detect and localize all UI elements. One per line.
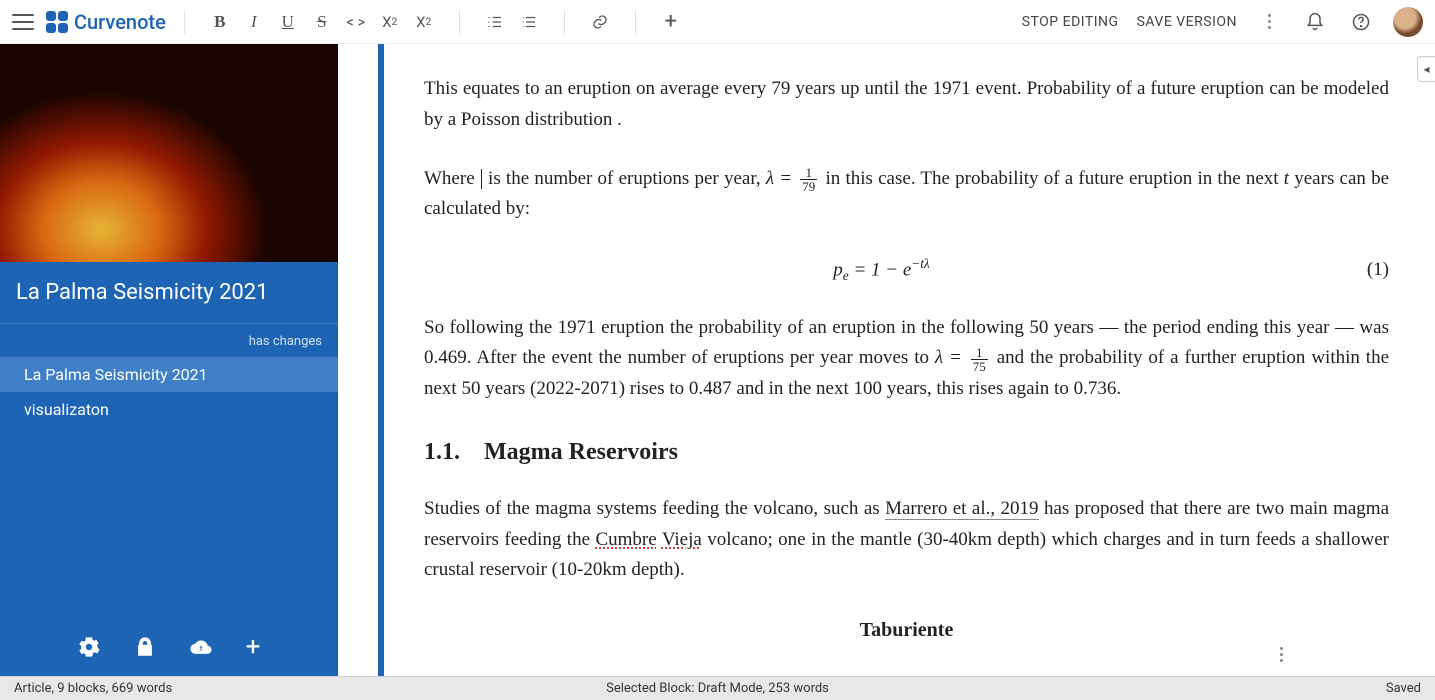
spellcheck-flag[interactable]: Cumbre <box>595 529 656 550</box>
bell-icon <box>1305 12 1325 32</box>
toolbar-divider <box>184 10 185 34</box>
brand-mark-icon <box>46 11 68 33</box>
notifications-button[interactable] <box>1301 8 1329 36</box>
text-run: in this case. The probability of a futur… <box>826 168 1284 189</box>
fraction-numerator: 1 <box>971 346 988 360</box>
text-caret <box>481 169 482 189</box>
format-group-list <box>478 5 546 39</box>
brand-logo[interactable]: Curvenote <box>46 10 166 34</box>
hamburger-icon[interactable] <box>12 14 34 30</box>
toolbar-divider <box>564 10 565 34</box>
sidebar: La Palma Seismicity 2021 has changes La … <box>0 44 338 676</box>
superscript-button[interactable]: X2 <box>407 5 441 39</box>
toolbar-divider <box>635 10 636 34</box>
sidebar-item-visualization[interactable]: visualizaton <box>0 392 338 427</box>
document-viewport[interactable]: This equates to an eruption on average e… <box>338 44 1435 676</box>
bold-button[interactable]: B <box>203 5 237 39</box>
equation-number: (1) <box>1339 255 1389 286</box>
save-version-button[interactable]: SAVE VERSION <box>1137 14 1237 30</box>
paragraph[interactable]: This equates to an eruption on average e… <box>424 74 1389 136</box>
format-group-text: B I U S < > X2 X2 <box>203 5 441 39</box>
subscript-button[interactable]: X2 <box>373 5 407 39</box>
cloud-upload-button[interactable] <box>190 636 212 658</box>
add-block-button[interactable]: + <box>654 5 688 39</box>
fraction-denominator: 79 <box>800 180 817 193</box>
equation-body: pe = 1 − e−tλ <box>424 253 1339 287</box>
cloud-upload-icon <box>190 636 212 658</box>
subscript-label: X <box>382 13 391 31</box>
superscript-label: X <box>416 13 425 31</box>
strikethrough-button[interactable]: S <box>305 5 339 39</box>
lock-icon <box>134 636 156 658</box>
more-menu-button[interactable] <box>1255 8 1283 36</box>
project-settings-button[interactable] <box>78 636 100 658</box>
user-avatar[interactable] <box>1393 7 1423 37</box>
text-run: is the number of eruptions per year, <box>488 168 766 189</box>
unordered-list-button[interactable] <box>512 5 546 39</box>
truncated-heading: Taburiente <box>424 614 1389 646</box>
fraction-denominator: 75 <box>971 360 988 373</box>
gear-icon <box>78 636 100 658</box>
unordered-list-icon <box>520 13 538 31</box>
top-toolbar: Curvenote B I U S < > X2 X2 <box>0 0 1435 44</box>
project-hero-image <box>0 44 338 262</box>
help-button[interactable] <box>1347 8 1375 36</box>
toolbar-divider <box>459 10 460 34</box>
equation-block[interactable]: pe = 1 − e−tλ (1) <box>424 253 1389 287</box>
text-run: Where <box>424 168 475 189</box>
sidebar-item-article[interactable]: La Palma Seismicity 2021 <box>0 357 338 392</box>
paragraph[interactable]: Studies of the magma systems feeding the… <box>424 494 1389 586</box>
more-vertical-icon <box>1280 647 1283 662</box>
math-fraction: 1 75 <box>971 346 988 373</box>
ordered-list-button[interactable] <box>478 5 512 39</box>
help-icon <box>1351 12 1371 32</box>
lock-button[interactable] <box>134 636 156 658</box>
status-saved: Saved <box>1386 681 1421 696</box>
brand-name: Curvenote <box>74 10 166 34</box>
paragraph[interactable]: Where is the number of eruptions per yea… <box>424 164 1389 226</box>
underline-button[interactable]: U <box>271 5 305 39</box>
citation[interactable]: Marrero et al., 2019 <box>885 498 1038 520</box>
add-page-button[interactable]: + <box>246 634 261 660</box>
block-menu-button[interactable] <box>1267 640 1295 668</box>
subscript-sub: 2 <box>392 15 398 28</box>
paragraph[interactable]: So following the 1971 eruption the proba… <box>424 313 1389 405</box>
math-var: p <box>833 259 843 280</box>
math-fraction: 1 79 <box>800 166 817 193</box>
fraction-numerator: 1 <box>800 166 817 180</box>
heading-2[interactable]: 1.1. Magma Reservoirs <box>424 433 1389 472</box>
text-run: Studies of the magma systems feeding the… <box>424 498 885 519</box>
project-title: La Palma Seismicity 2021 <box>0 262 338 324</box>
status-center: Selected Block: Draft Mode, 253 words <box>606 681 829 696</box>
sidebar-footer: + <box>0 618 338 676</box>
math-sup: −tλ <box>911 256 929 271</box>
more-vertical-icon <box>1268 14 1271 29</box>
math-inline: λ = <box>766 168 797 189</box>
stop-editing-button[interactable]: STOP EDITING <box>1022 14 1119 30</box>
has-changes-label: has changes <box>0 324 338 357</box>
status-bar: Article, 9 blocks, 669 words Selected Bl… <box>0 676 1435 700</box>
block-indicator-strip <box>378 44 384 676</box>
document-body[interactable]: This equates to an eruption on average e… <box>424 44 1389 676</box>
math-inline: t <box>1284 168 1289 189</box>
spellcheck-flag[interactable]: Vieja <box>662 529 702 550</box>
status-left: Article, 9 blocks, 669 words <box>14 681 172 696</box>
math-sub: e <box>843 268 849 283</box>
code-button[interactable]: < > <box>339 5 373 39</box>
math-inline: λ = <box>935 347 968 368</box>
italic-button[interactable]: I <box>237 5 271 39</box>
superscript-sup: 2 <box>426 15 432 28</box>
main-area: La Palma Seismicity 2021 has changes La … <box>0 44 1435 676</box>
math-text: = 1 − e <box>853 259 911 280</box>
collapse-right-panel-button[interactable]: ◂ <box>1417 56 1435 82</box>
link-button[interactable] <box>583 5 617 39</box>
ordered-list-icon <box>486 13 504 31</box>
link-icon <box>591 13 609 31</box>
